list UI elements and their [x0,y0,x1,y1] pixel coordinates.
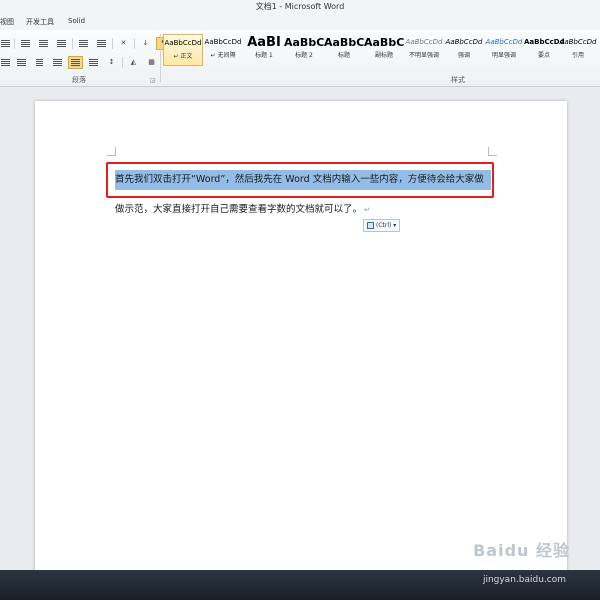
document-page[interactable]: 首先我们双击打开“Word”，然后我先在 Word 文档内输入一些内容，方便待会… [35,101,567,571]
crop-mark [107,147,116,156]
style-heading-2[interactable]: AaBbC 标题 2 [284,34,324,66]
text-line-2: 做示范，大家直接打开自己需要查看字数的文档就可以了。 [115,204,363,215]
tab-view[interactable]: 视图 [0,17,14,27]
style-name: 引用 [571,52,584,59]
sort-icon[interactable]: ↓ [138,37,153,50]
paragraph-tools-row-1: ✕ ↓ ¶ [0,36,171,50]
style-name: 明显强调 [491,52,516,59]
style-subtitle[interactable]: AaBbC 副标题 [364,34,404,66]
bullets-icon[interactable] [18,37,33,50]
style-subtle-emphasis[interactable]: AaBbCcDd 不明显强调 [404,34,444,66]
increase-indent-icon[interactable] [94,37,109,50]
watermark-url: jingyan.baidu.com [482,575,566,585]
style-name: ↵ 正文 [173,53,193,60]
style-sample: AaBbCcDd [485,38,523,46]
indent-icon[interactable] [0,37,11,50]
distributed-icon[interactable] [86,56,101,69]
clipboard-icon [367,222,374,229]
styles-group-label: 样式 [451,76,465,84]
paragraph-group-label: 段落 [72,76,86,84]
align-center-icon[interactable] [32,56,47,69]
style-title[interactable]: AaBbC 标题 [324,34,364,66]
baidu-logo: Baidu 经验 [473,541,570,560]
multilevel-list-icon[interactable] [54,37,69,50]
align-right-icon[interactable] [50,56,65,69]
crop-mark [488,147,497,156]
style-name: 标题 2 [295,52,313,59]
style-sample: AaBbC [324,36,364,49]
red-highlight-box [106,162,494,198]
window-title: 文档1 - Microsoft Word [255,2,345,11]
paste-options-label: (Ctrl) ▾ [376,222,397,229]
paragraph-group: ✕ ↓ ¶ ↕ ◭ ▦ 段落 ◲ [0,30,171,86]
style-name: 标题 1 [255,52,273,59]
document-area: 首先我们双击打开“Word”，然后我先在 Word 文档内输入一些内容，方便待会… [0,87,600,571]
style-sample: AaBbCcDd [445,38,483,46]
separator [14,37,15,49]
style-normal[interactable]: AaBbCcDd ↵ 正文 [163,34,203,66]
paragraph-tools-row-2: ↕ ◭ ▦ [0,55,159,69]
dialog-launcher-icon[interactable]: ◲ [150,77,156,84]
style-heading-1[interactable]: AaBI 标题 1 [244,34,284,66]
chinese-layout-icon[interactable]: ✕ [116,37,131,50]
paste-options-button[interactable]: (Ctrl) ▾ [363,219,401,232]
align-left-edge-icon[interactable] [0,56,11,69]
numbering-icon[interactable] [36,37,51,50]
line-spacing-icon[interactable]: ↕ [104,56,119,69]
style-sample: AaBI [247,35,281,50]
style-sample: AaBbCcDd [405,38,443,46]
ribbon-tabs: 视图 开发工具 Solid [0,14,600,30]
style-quote[interactable]: AaBbCcDd 引用 [558,34,598,66]
window-title-bar: 文档1 - Microsoft Word [0,0,600,14]
justify-icon[interactable] [68,55,83,69]
separator [122,56,123,68]
align-left-icon[interactable] [14,56,29,69]
text-line-2-container[interactable]: 做示范，大家直接打开自己需要查看字数的文档就可以了。 ↵ [115,203,370,217]
style-intense-emphasis[interactable]: AaBbCcDd 明显强调 [484,34,524,66]
separator [112,37,113,49]
style-sample: AaBbCcDd [164,39,202,47]
tab-developer[interactable]: 开发工具 [26,17,54,27]
style-name: ↵ 无间隔 [210,52,236,59]
style-sample: AaBbCcDd [204,38,242,46]
tab-solid[interactable]: Solid [68,17,85,25]
separator [134,37,135,49]
style-sample: AaBbC [284,36,324,49]
style-name: 强调 [457,52,470,59]
style-name: 副标题 [374,52,393,59]
style-name: 不明显强调 [408,52,439,59]
style-emphasis[interactable]: AaBbCcDd 强调 [444,34,484,66]
style-no-spacing[interactable]: AaBbCcDd ↵ 无间隔 [203,34,243,66]
style-name: 标题 [337,52,350,59]
ribbon: ✕ ↓ ¶ ↕ ◭ ▦ 段落 ◲ AaBbCcDd ↵ 正文 AaBbCcDd … [0,30,600,87]
styles-group: AaBbCcDd ↵ 正文 AaBbCcDd ↵ 无间隔 AaBI 标题 1 A… [161,30,600,86]
shading-icon[interactable]: ◭ [126,56,141,69]
style-sample: AaBbC [364,36,404,49]
decrease-indent-icon[interactable] [76,37,91,50]
watermark: Baidu 经验 jingyan.baidu.com [430,527,600,597]
style-sample: AaBbCcDd [559,38,597,46]
borders-icon[interactable]: ▦ [144,56,159,69]
paragraph-mark-icon: ↵ [364,206,370,214]
separator [72,37,73,49]
